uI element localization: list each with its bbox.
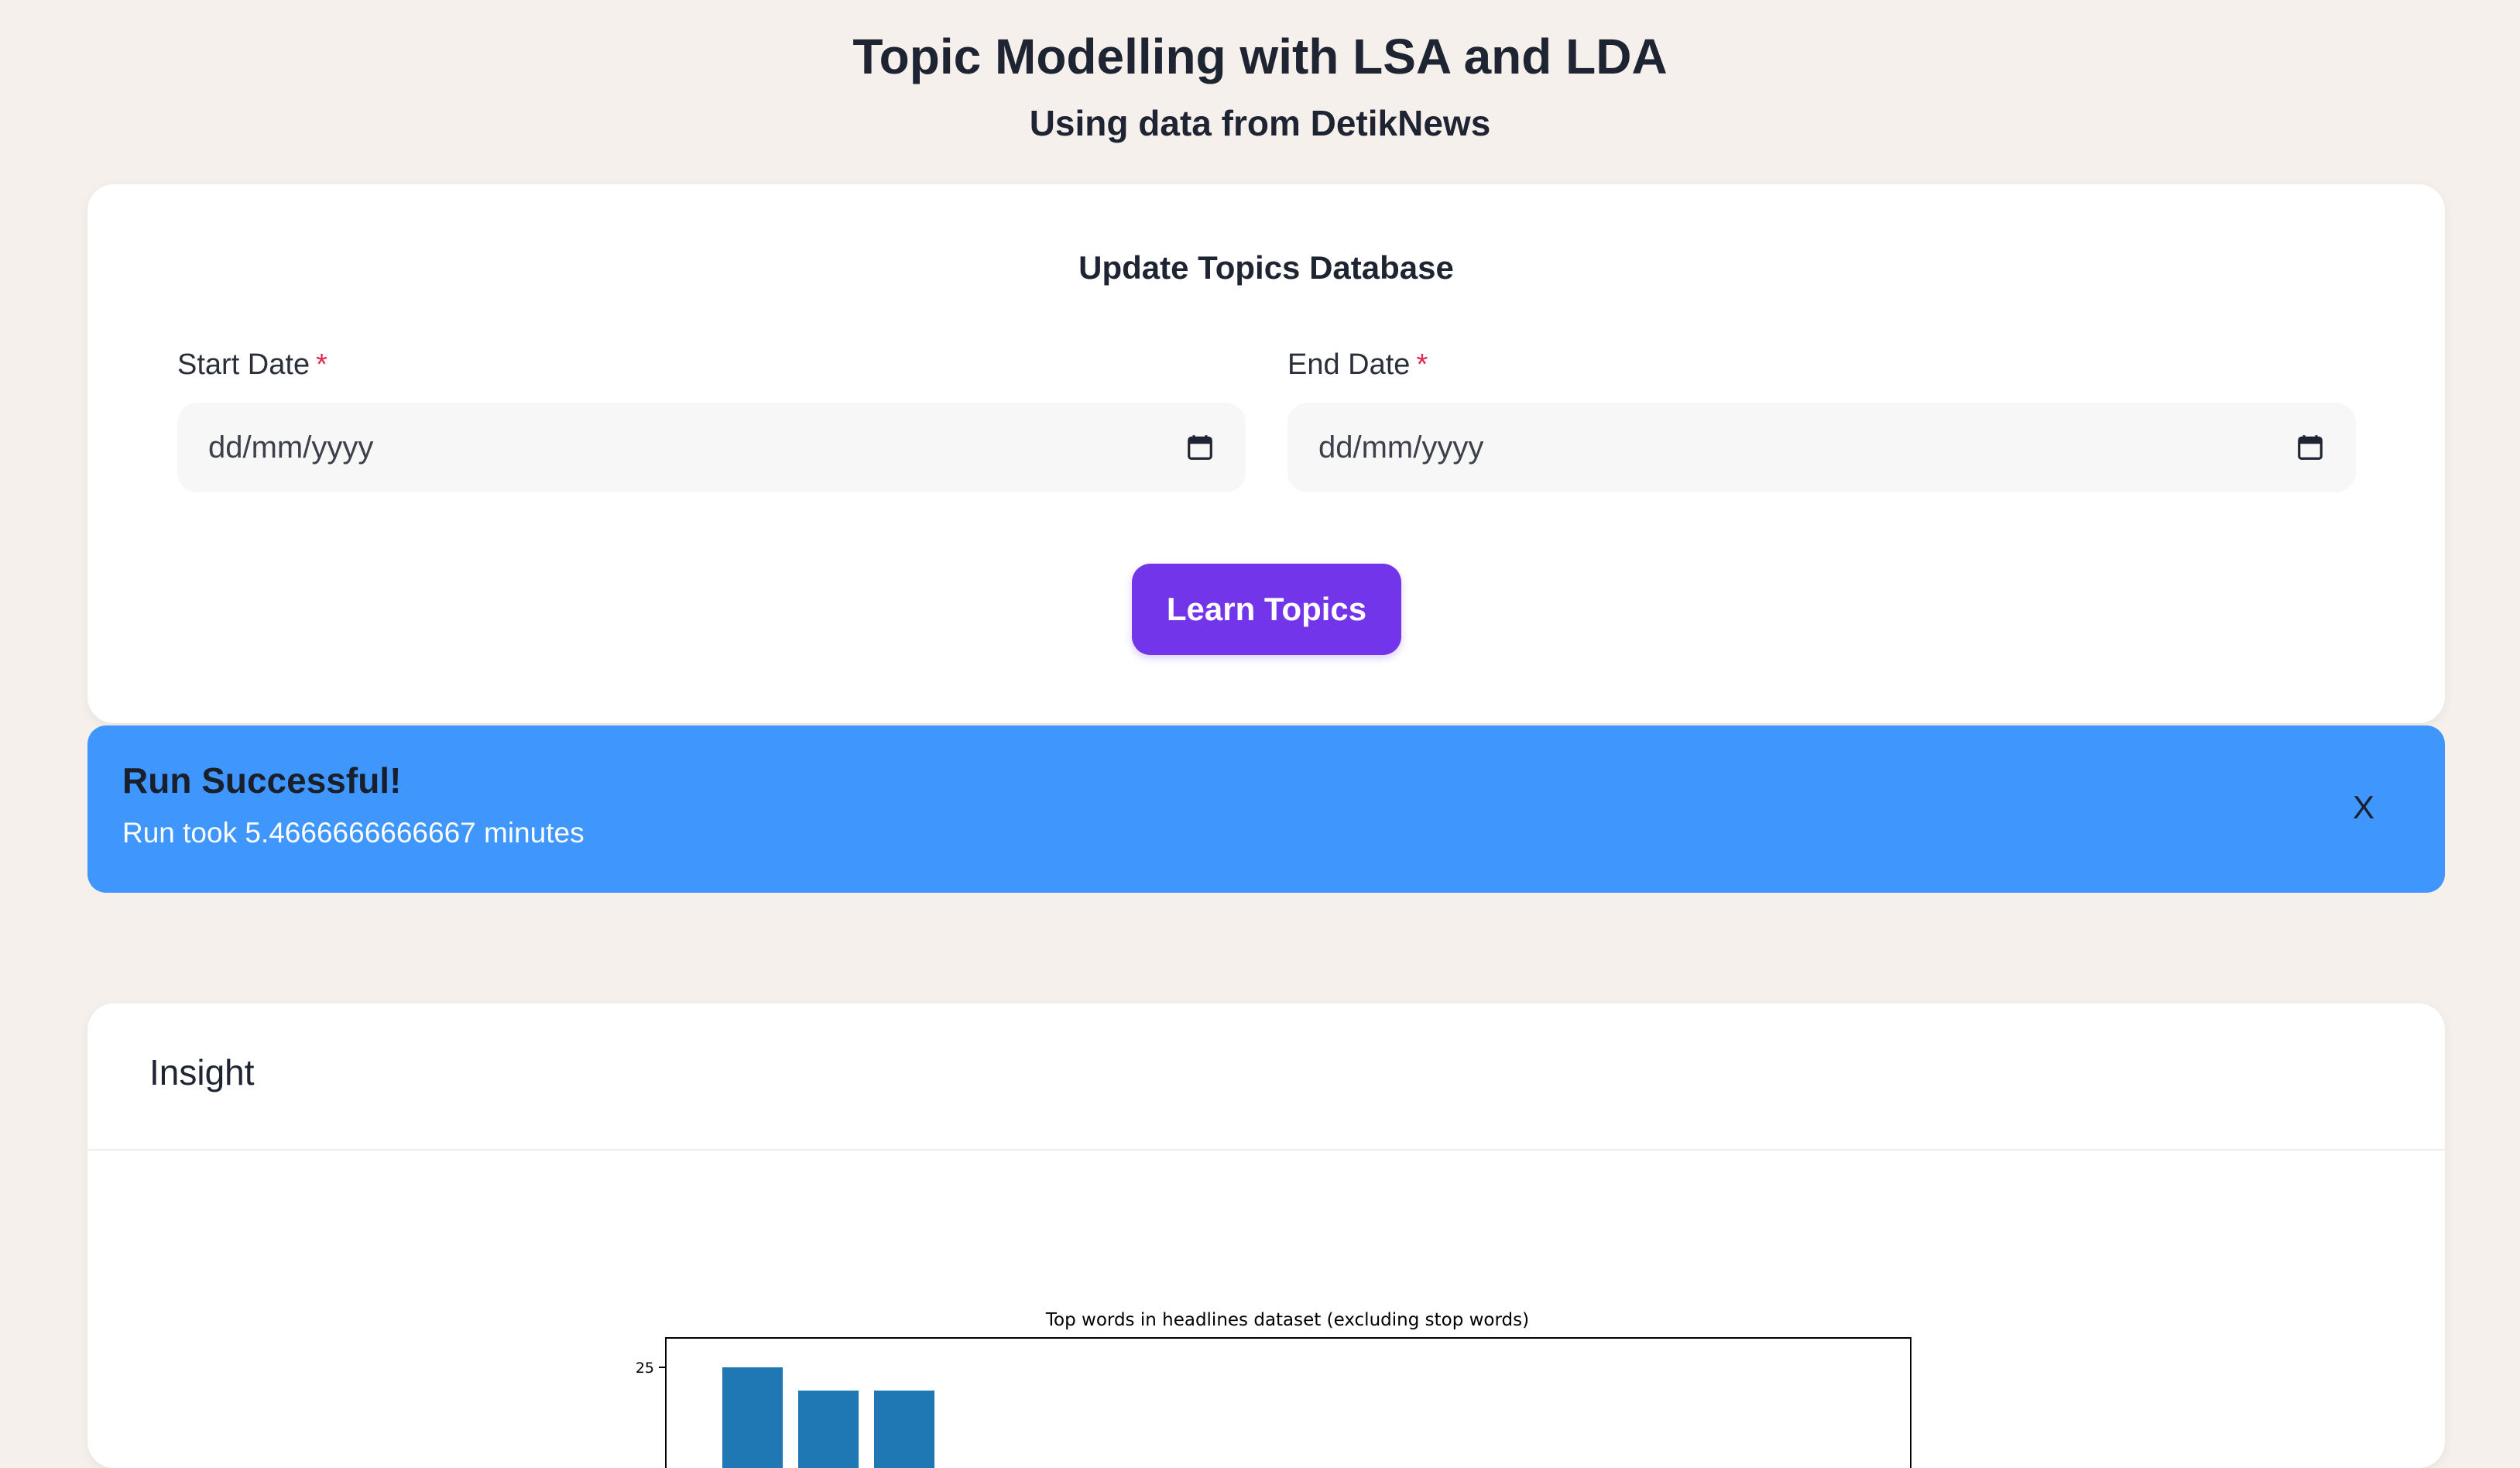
calendar-icon[interactable] — [1185, 433, 1215, 462]
start-date-label-text: Start Date — [177, 348, 310, 381]
required-mark: * — [316, 348, 327, 381]
start-date-label: Start Date * — [177, 348, 327, 382]
page-title: Topic Modelling with LSA and LDA — [852, 29, 1668, 84]
chart-bar — [874, 1391, 934, 1468]
start-date-input[interactable]: dd/mm/yyyy — [177, 403, 1246, 492]
insight-title: Insight — [149, 1052, 255, 1092]
required-mark: * — [1416, 348, 1428, 381]
form-title: Update Topics Database — [1078, 249, 1454, 286]
page-subtitle: Using data from DetikNews — [1029, 103, 1491, 143]
chart-bar — [722, 1367, 783, 1468]
end-date-label: End Date * — [1287, 348, 1428, 382]
start-date-value: dd/mm/yyyy — [208, 430, 374, 465]
y-tick-label: 25 — [636, 1360, 654, 1377]
top-words-chart: Top words in headlines dataset (excludin… — [636, 1310, 1911, 1468]
end-date-input[interactable]: dd/mm/yyyy — [1287, 403, 2356, 492]
insight-header: Insight — [87, 1003, 2445, 1151]
alert-close-button[interactable]: X — [2344, 784, 2383, 831]
end-date-label-text: End Date — [1287, 348, 1411, 381]
update-topics-card: Update Topics Database Start Date * dd/mm… — [87, 184, 2445, 723]
alert-title: Run Successful! — [122, 760, 402, 801]
success-alert: Run Successful! Run took 5.4666666666667… — [87, 725, 2445, 893]
alert-message: Run took 5.4666666666667 minutes — [122, 817, 585, 849]
end-date-value: dd/mm/yyyy — [1318, 430, 1484, 465]
chart-title: Top words in headlines dataset (excludin… — [1045, 1310, 1529, 1330]
chart-bar — [798, 1391, 859, 1468]
insight-card: Insight Top words in headlines dataset (… — [87, 1003, 2445, 1468]
calendar-icon[interactable] — [2295, 433, 2325, 462]
learn-topics-button[interactable]: Learn Topics — [1132, 564, 1401, 655]
